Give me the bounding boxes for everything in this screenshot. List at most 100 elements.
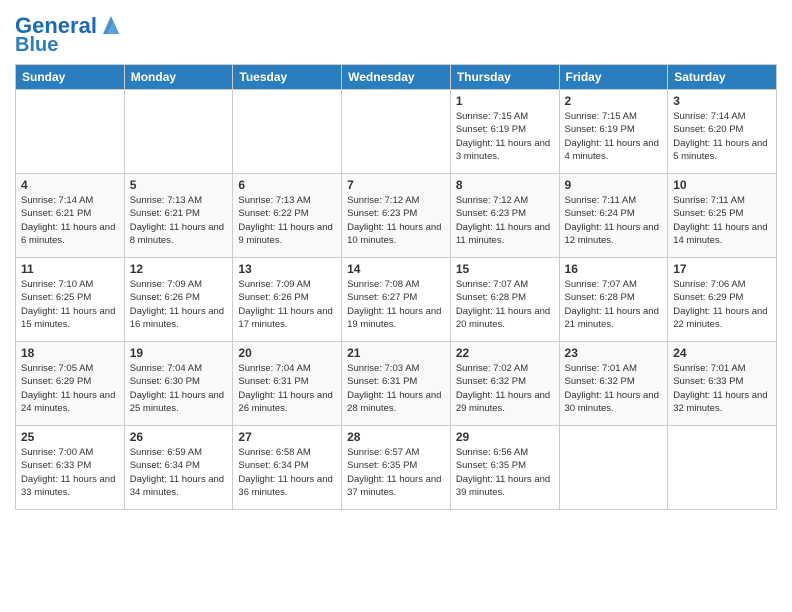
calendar-cell: 12 Sunrise: 7:09 AM Sunset: 6:26 PM Dayli… [124, 258, 233, 342]
day-info: Sunrise: 6:56 AM Sunset: 6:35 PM Dayligh… [456, 446, 554, 499]
calendar-cell: 18 Sunrise: 7:05 AM Sunset: 6:29 PM Dayli… [16, 342, 125, 426]
day-number: 5 [130, 178, 228, 192]
day-info: Sunrise: 7:10 AM Sunset: 6:25 PM Dayligh… [21, 278, 119, 331]
calendar-week-row: 25Sunrise: 7:00 AM Sunset: 6:33 PM Dayli… [16, 426, 777, 510]
day-info: Sunrise: 7:13 AM Sunset: 6:21 PM Dayligh… [130, 194, 228, 247]
calendar-cell: 13 Sunrise: 7:09 AM Sunset: 6:26 PM Dayli… [233, 258, 342, 342]
header: General Blue [15, 10, 777, 56]
day-info: Sunrise: 7:04 AM Sunset: 6:30 PM Dayligh… [130, 362, 228, 415]
calendar-cell [16, 90, 125, 174]
day-info: Sunrise: 7:15 AM Sunset: 6:19 PM Dayligh… [565, 110, 663, 163]
day-number: 18 [21, 346, 119, 360]
weekday-header: Saturday [668, 65, 777, 90]
day-number: 7 [347, 178, 445, 192]
calendar-cell: 10Sunrise: 7:11 AM Sunset: 6:25 PM Dayli… [668, 174, 777, 258]
logo-blue-text: Blue [15, 34, 58, 56]
day-info: Sunrise: 7:15 AM Sunset: 6:19 PM Dayligh… [456, 110, 554, 163]
calendar-cell: 21 Sunrise: 7:03 AM Sunset: 6:31 PM Dayli… [342, 342, 451, 426]
day-number: 23 [565, 346, 663, 360]
day-number: 6 [238, 178, 336, 192]
calendar-cell: 11 Sunrise: 7:10 AM Sunset: 6:25 PM Dayli… [16, 258, 125, 342]
weekday-header: Friday [559, 65, 668, 90]
calendar-cell: 2 Sunrise: 7:15 AM Sunset: 6:19 PM Daylig… [559, 90, 668, 174]
calendar-cell [233, 90, 342, 174]
page: General Blue SundayMondayTuesdayWednesda… [0, 0, 792, 612]
day-number: 29 [456, 430, 554, 444]
calendar-cell: 7 Sunrise: 7:12 AM Sunset: 6:23 PM Daylig… [342, 174, 451, 258]
calendar-cell: 19 Sunrise: 7:04 AM Sunset: 6:30 PM Dayli… [124, 342, 233, 426]
day-info: Sunrise: 7:12 AM Sunset: 6:23 PM Dayligh… [347, 194, 445, 247]
calendar-week-row: 1 Sunrise: 7:15 AM Sunset: 6:19 PM Daylig… [16, 90, 777, 174]
day-number: 8 [456, 178, 554, 192]
day-number: 14 [347, 262, 445, 276]
day-info: Sunrise: 7:07 AM Sunset: 6:28 PM Dayligh… [456, 278, 554, 331]
day-number: 28 [347, 430, 445, 444]
calendar-cell [342, 90, 451, 174]
day-info: Sunrise: 6:57 AM Sunset: 6:35 PM Dayligh… [347, 446, 445, 499]
day-number: 4 [21, 178, 119, 192]
calendar-cell: 26 Sunrise: 6:59 AM Sunset: 6:34 PM Dayli… [124, 426, 233, 510]
logo-icon [99, 14, 121, 36]
calendar-cell: 5 Sunrise: 7:13 AM Sunset: 6:21 PM Daylig… [124, 174, 233, 258]
day-number: 16 [565, 262, 663, 276]
calendar-cell: 6 Sunrise: 7:13 AM Sunset: 6:22 PM Daylig… [233, 174, 342, 258]
calendar-cell: 15 Sunrise: 7:07 AM Sunset: 6:28 PM Dayli… [450, 258, 559, 342]
day-info: Sunrise: 7:00 AM Sunset: 6:33 PM Dayligh… [21, 446, 119, 499]
calendar-cell: 22 Sunrise: 7:02 AM Sunset: 6:32 PM Dayli… [450, 342, 559, 426]
day-info: Sunrise: 7:05 AM Sunset: 6:29 PM Dayligh… [21, 362, 119, 415]
day-info: Sunrise: 7:09 AM Sunset: 6:26 PM Dayligh… [130, 278, 228, 331]
day-number: 12 [130, 262, 228, 276]
calendar-cell: 24 Sunrise: 7:01 AM Sunset: 6:33 PM Dayli… [668, 342, 777, 426]
day-info: Sunrise: 7:02 AM Sunset: 6:32 PM Dayligh… [456, 362, 554, 415]
logo: General Blue [15, 14, 121, 56]
calendar-week-row: 18 Sunrise: 7:05 AM Sunset: 6:29 PM Dayli… [16, 342, 777, 426]
day-info: Sunrise: 7:04 AM Sunset: 6:31 PM Dayligh… [238, 362, 336, 415]
day-info: Sunrise: 7:11 AM Sunset: 6:24 PM Dayligh… [565, 194, 663, 247]
day-info: Sunrise: 7:13 AM Sunset: 6:22 PM Dayligh… [238, 194, 336, 247]
calendar-cell: 4Sunrise: 7:14 AM Sunset: 6:21 PM Daylig… [16, 174, 125, 258]
calendar-cell [668, 426, 777, 510]
calendar-cell: 23 Sunrise: 7:01 AM Sunset: 6:32 PM Dayli… [559, 342, 668, 426]
day-number: 17 [673, 262, 771, 276]
calendar-cell [559, 426, 668, 510]
calendar-cell: 1 Sunrise: 7:15 AM Sunset: 6:19 PM Daylig… [450, 90, 559, 174]
day-number: 19 [130, 346, 228, 360]
day-info: Sunrise: 7:09 AM Sunset: 6:26 PM Dayligh… [238, 278, 336, 331]
calendar-week-row: 11 Sunrise: 7:10 AM Sunset: 6:25 PM Dayli… [16, 258, 777, 342]
weekday-header: Monday [124, 65, 233, 90]
calendar-cell: 25Sunrise: 7:00 AM Sunset: 6:33 PM Dayli… [16, 426, 125, 510]
day-number: 2 [565, 94, 663, 108]
calendar-cell: 28 Sunrise: 6:57 AM Sunset: 6:35 PM Dayli… [342, 426, 451, 510]
day-info: Sunrise: 7:01 AM Sunset: 6:32 PM Dayligh… [565, 362, 663, 415]
calendar-cell: 29 Sunrise: 6:56 AM Sunset: 6:35 PM Dayli… [450, 426, 559, 510]
day-info: Sunrise: 7:03 AM Sunset: 6:31 PM Dayligh… [347, 362, 445, 415]
day-number: 13 [238, 262, 336, 276]
day-number: 26 [130, 430, 228, 444]
calendar-cell: 3Sunrise: 7:14 AM Sunset: 6:20 PM Daylig… [668, 90, 777, 174]
day-info: Sunrise: 6:59 AM Sunset: 6:34 PM Dayligh… [130, 446, 228, 499]
day-info: Sunrise: 7:07 AM Sunset: 6:28 PM Dayligh… [565, 278, 663, 331]
calendar-cell: 9 Sunrise: 7:11 AM Sunset: 6:24 PM Daylig… [559, 174, 668, 258]
day-number: 21 [347, 346, 445, 360]
day-number: 24 [673, 346, 771, 360]
calendar-cell: 8 Sunrise: 7:12 AM Sunset: 6:23 PM Daylig… [450, 174, 559, 258]
weekday-header: Thursday [450, 65, 559, 90]
day-number: 11 [21, 262, 119, 276]
day-info: Sunrise: 6:58 AM Sunset: 6:34 PM Dayligh… [238, 446, 336, 499]
day-info: Sunrise: 7:12 AM Sunset: 6:23 PM Dayligh… [456, 194, 554, 247]
day-number: 20 [238, 346, 336, 360]
day-info: Sunrise: 7:01 AM Sunset: 6:33 PM Dayligh… [673, 362, 771, 415]
day-number: 1 [456, 94, 554, 108]
day-number: 3 [673, 94, 771, 108]
weekday-header: Wednesday [342, 65, 451, 90]
calendar-cell: 27Sunrise: 6:58 AM Sunset: 6:34 PM Dayli… [233, 426, 342, 510]
day-number: 9 [565, 178, 663, 192]
day-number: 15 [456, 262, 554, 276]
weekday-header-row: SundayMondayTuesdayWednesdayThursdayFrid… [16, 65, 777, 90]
calendar-cell: 16 Sunrise: 7:07 AM Sunset: 6:28 PM Dayli… [559, 258, 668, 342]
calendar-table: SundayMondayTuesdayWednesdayThursdayFrid… [15, 64, 777, 510]
day-number: 22 [456, 346, 554, 360]
calendar-cell: 20 Sunrise: 7:04 AM Sunset: 6:31 PM Dayli… [233, 342, 342, 426]
day-info: Sunrise: 7:11 AM Sunset: 6:25 PM Dayligh… [673, 194, 771, 247]
calendar-week-row: 4Sunrise: 7:14 AM Sunset: 6:21 PM Daylig… [16, 174, 777, 258]
